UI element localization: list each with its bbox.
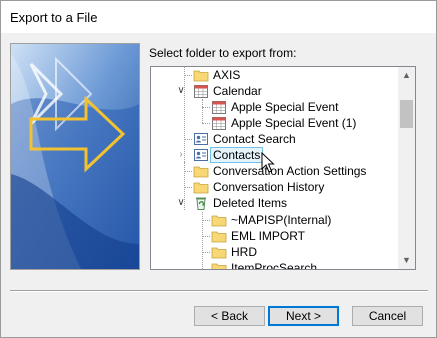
tree-item-hrd[interactable]: HRD	[151, 244, 398, 260]
button-separator	[10, 290, 428, 292]
tree-item-apple-special-event-1[interactable]: Apple Special Event (1)	[151, 115, 398, 131]
tree-item-label: AXIS	[213, 68, 241, 82]
tree-item-itemprocsearch[interactable]: ItemProcSearch	[151, 260, 398, 269]
export-dialog: Export to a File Select folder to export…	[0, 0, 437, 338]
tree-item-apple-special-event[interactable]: Apple Special Event	[151, 99, 398, 115]
tree-item-label: Contact Search	[213, 132, 296, 146]
next-button[interactable]: Next >	[268, 306, 339, 326]
tree-item-eml-import[interactable]: EML IMPORT	[151, 228, 398, 244]
folder-select-label: Select folder to export from:	[149, 46, 297, 60]
folder-icon	[211, 212, 227, 228]
recycle-icon	[193, 195, 209, 211]
mouse-pointer-icon	[261, 151, 275, 174]
tree-item-label: Calendar	[213, 84, 262, 98]
chevron-down-icon[interactable]: ∨	[176, 83, 186, 99]
contacts-icon	[193, 147, 209, 163]
contacts-icon	[193, 131, 209, 147]
chevron-down-icon[interactable]: ∨	[176, 195, 186, 211]
tree-item-label: Deleted Items	[213, 196, 288, 210]
tree-item-calendar[interactable]: ∨ Calendar	[151, 83, 398, 99]
folder-icon	[193, 179, 209, 195]
calendar-icon	[193, 83, 209, 99]
cancel-button[interactable]: Cancel	[352, 306, 423, 326]
tree-item-deleted-items[interactable]: ∨ Deleted Items	[151, 195, 398, 211]
title-bar: Export to a File	[1, 1, 436, 33]
tree-item-axis[interactable]: AXIS	[151, 67, 398, 83]
tree-item-label: Conversation History	[213, 180, 325, 194]
calendar-icon	[211, 99, 227, 115]
back-button[interactable]: < Back	[194, 306, 265, 326]
tree-item-label: Apple Special Event (1)	[231, 116, 357, 130]
folder-icon	[193, 67, 209, 83]
tree-item-label: ~MAPISP(Internal)	[231, 213, 332, 227]
scrollbar-thumb[interactable]	[400, 100, 413, 128]
tree-item-label: Conversation Action Settings	[213, 164, 367, 178]
folder-icon	[193, 163, 209, 179]
folder-icon	[211, 260, 227, 269]
folder-tree[interactable]: AXIS ∨ Calendar Apple Special Event Appl…	[150, 66, 416, 270]
tree-item-label: EML IMPORT	[231, 229, 306, 243]
scroll-up-arrow-icon[interactable]: ▲	[398, 67, 415, 84]
scroll-down-arrow-icon[interactable]: ▼	[398, 252, 415, 269]
tree-item-conversation-history[interactable]: Conversation History	[151, 179, 398, 195]
tree-scrollbar[interactable]: ▲ ▼	[398, 67, 415, 269]
tree-item-label: Contacts	[210, 147, 264, 163]
calendar-icon	[211, 115, 227, 131]
tree-item-label: HRD	[231, 245, 257, 259]
tree-item-contact-search[interactable]: Contact Search	[151, 131, 398, 147]
chevron-right-icon[interactable]: ›	[176, 147, 186, 163]
dialog-title: Export to a File	[10, 10, 98, 25]
tree-item-mapisp-internal[interactable]: ~MAPISP(Internal)	[151, 212, 398, 228]
tree-item-label: Apple Special Event	[231, 100, 339, 114]
tree-item-label: ItemProcSearch	[231, 261, 318, 269]
wizard-banner-image	[10, 43, 140, 270]
folder-icon	[211, 228, 227, 244]
folder-icon	[211, 244, 227, 260]
